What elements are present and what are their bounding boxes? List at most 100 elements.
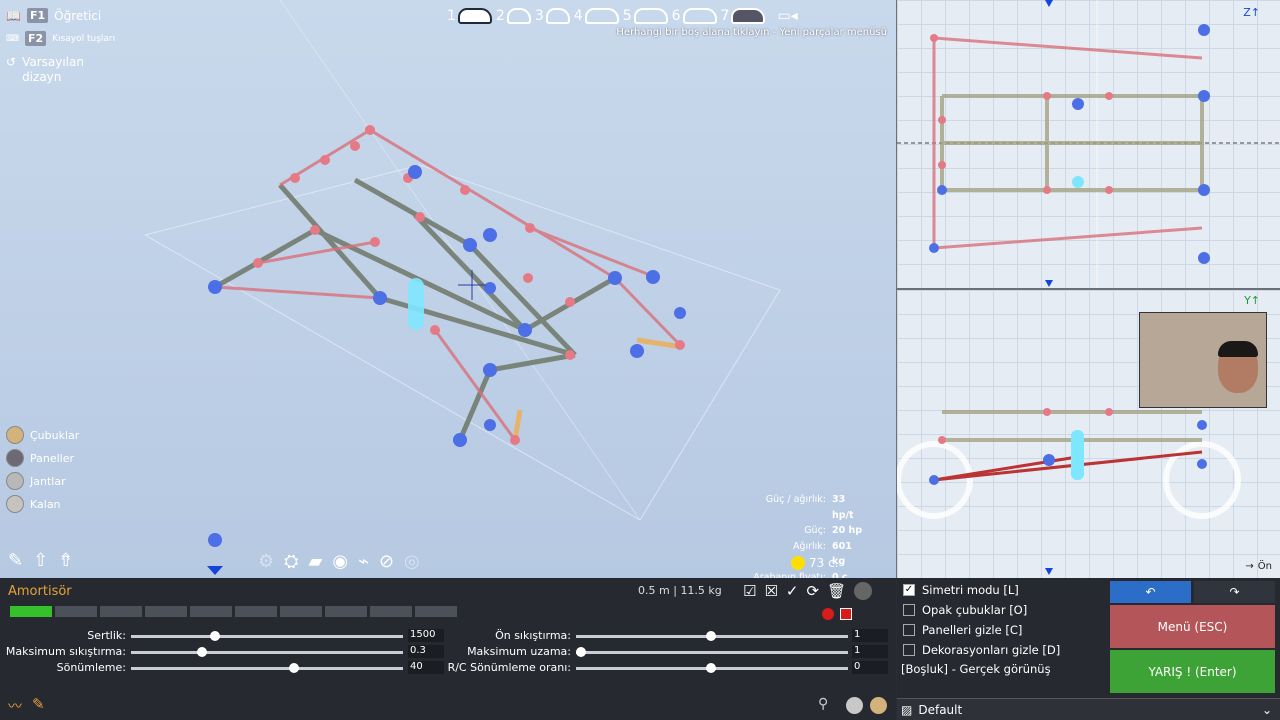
undo-icon: ↶ bbox=[1145, 585, 1156, 599]
preset-label: Default bbox=[918, 702, 963, 717]
max-compress-label: Maksimum sıkıştırma: bbox=[5, 645, 126, 658]
keyboard-icon: ⌨ bbox=[6, 33, 19, 44]
car-slot-1[interactable]: 1 bbox=[447, 8, 492, 24]
real-view-label: [Boşluk] - Gerçek görünüş bbox=[901, 662, 1051, 676]
slider-knob[interactable] bbox=[706, 631, 716, 641]
rc-damping-slider[interactable] bbox=[576, 663, 848, 673]
preload-value[interactable]: 1 bbox=[852, 629, 888, 642]
default-layout-link[interactable]: ↺ Varsayılan dizayn bbox=[6, 55, 92, 85]
seat-tool-icon[interactable]: ⌁ bbox=[358, 551, 369, 572]
preload-slider[interactable] bbox=[576, 631, 848, 641]
menu-button[interactable]: Menü (ESC) bbox=[1110, 605, 1275, 648]
car-icon bbox=[506, 8, 531, 24]
damping-value[interactable]: 40 bbox=[408, 661, 444, 674]
checkbox[interactable] bbox=[903, 644, 915, 656]
slider-knob[interactable] bbox=[210, 631, 220, 641]
tire-tool-icon[interactable]: ◉ bbox=[332, 551, 348, 572]
checklist-icon[interactable]: ☑ bbox=[743, 582, 756, 600]
engine-tool-icon[interactable]: ⛭ bbox=[284, 551, 298, 572]
car-slot-4[interactable]: 4 bbox=[574, 8, 619, 24]
wheel-tool-icon[interactable]: ⚙ bbox=[258, 551, 274, 572]
undo-button[interactable]: ↶ bbox=[1110, 581, 1191, 603]
coin-balance: 73 c. bbox=[791, 556, 839, 570]
max-compress-value[interactable]: 0.3 bbox=[408, 645, 444, 658]
brush-icon[interactable]: ✎ bbox=[32, 695, 45, 713]
trash-icon[interactable]: 🗑 bbox=[827, 582, 846, 600]
max-extend-label: Maksimum uzama: bbox=[467, 645, 571, 658]
car-slot-3[interactable]: 3 bbox=[535, 8, 570, 24]
slider-knob[interactable] bbox=[576, 647, 586, 657]
preset-selector[interactable]: ▨ Default ⌄ bbox=[897, 698, 1280, 720]
car-slot-7[interactable]: 7 bbox=[721, 8, 766, 24]
checklist-cross-icon[interactable]: ☒ bbox=[764, 582, 777, 600]
part-dimensions: 0.5 m | 11.5 kg bbox=[638, 584, 722, 597]
eye-icon[interactable]: ◎ bbox=[404, 551, 420, 572]
slider-knob[interactable] bbox=[289, 663, 299, 673]
redo-button[interactable]: ↷ bbox=[1194, 581, 1275, 603]
max-extend-slider[interactable] bbox=[576, 647, 848, 657]
legend-panels[interactable]: Paneller bbox=[6, 449, 74, 467]
checkbox[interactable] bbox=[903, 604, 915, 616]
part-actions: ☑ ☒ ✓ ⟳ 🗑 bbox=[743, 582, 873, 600]
car-slot-2[interactable]: 2 bbox=[496, 8, 531, 24]
legend-label: Kalan bbox=[30, 497, 61, 511]
symmetry-label: Simetri modu [L] bbox=[922, 583, 1019, 597]
rod-color-swatch[interactable] bbox=[870, 697, 887, 714]
top-view-viewport[interactable]: Z↑ bbox=[897, 0, 1280, 288]
book-icon: 📖 bbox=[6, 8, 21, 23]
rim-color-swatch[interactable] bbox=[846, 697, 863, 714]
hide-panels-toggle[interactable]: Panelleri gizle [C] bbox=[903, 623, 1022, 637]
legend-label: Jantlar bbox=[30, 474, 66, 488]
checkbox-checked[interactable]: ✓ bbox=[903, 584, 915, 596]
double-arrow-up-icon[interactable]: ⇮ bbox=[58, 550, 73, 571]
opaque-toggle[interactable]: Opak çubuklar [O] bbox=[903, 603, 1027, 617]
stiffness-value[interactable]: 1500 bbox=[408, 629, 444, 642]
main-3d-viewport[interactable]: 📖 F1 Öğretici ⌨ F2 Kısayol tuşları ↺ Var… bbox=[0, 0, 896, 578]
rest-color-icon bbox=[6, 495, 24, 513]
legend-rest[interactable]: Kalan bbox=[6, 495, 61, 513]
link-tool-icon[interactable]: ⚲ bbox=[818, 696, 828, 712]
eye-slash-icon[interactable]: ⊘ bbox=[379, 551, 394, 572]
stiffness-slider[interactable] bbox=[131, 631, 403, 641]
symmetry-toggle[interactable]: ✓ Simetri modu [L] bbox=[903, 583, 1019, 597]
max-compress-slider[interactable] bbox=[131, 647, 403, 657]
pencil-cross-icon[interactable]: ✎ bbox=[8, 550, 23, 571]
real-view-hint: [Boşluk] - Gerçek görünüş bbox=[901, 662, 1051, 676]
arrow-up-icon[interactable]: ⇧ bbox=[33, 550, 48, 571]
slider-knob[interactable] bbox=[197, 647, 207, 657]
stat-value: 20 hp bbox=[832, 525, 863, 536]
level-segment bbox=[100, 606, 142, 617]
spring-icon[interactable]: 〰 bbox=[8, 696, 22, 716]
camera-icon[interactable]: ▭◂ bbox=[777, 8, 797, 24]
rotate-icon[interactable]: ⟳ bbox=[806, 582, 819, 600]
race-button[interactable]: YARIŞ ! (Enter) bbox=[1110, 650, 1275, 693]
legend-rims[interactable]: Jantlar bbox=[6, 472, 66, 490]
shortcuts-link[interactable]: ⌨ F2 Kısayol tuşları bbox=[6, 31, 115, 46]
car-slots: 1 2 3 4 5 6 7 ▭◂ bbox=[447, 8, 798, 24]
checkbox[interactable] bbox=[903, 624, 915, 636]
checklist-check-icon[interactable]: ✓ bbox=[786, 582, 799, 600]
car-slot-number: 2 bbox=[495, 8, 505, 24]
car-slot-5[interactable]: 5 bbox=[623, 8, 668, 24]
car-slot-number: 1 bbox=[447, 8, 456, 24]
max-extend-value[interactable]: 1 bbox=[852, 645, 888, 658]
damping-slider[interactable] bbox=[131, 663, 403, 673]
slider-knob[interactable] bbox=[706, 663, 716, 673]
record-square-icon[interactable] bbox=[840, 608, 852, 620]
legend-rods[interactable]: Çubuklar bbox=[6, 426, 79, 444]
rc-damping-value[interactable]: 0 bbox=[852, 661, 888, 674]
tutorial-link[interactable]: 📖 F1 Öğretici bbox=[6, 8, 101, 23]
part-tools: ⚙ ⛭ ▰ ◉ ⌁ ⊘ ◎ bbox=[258, 551, 420, 572]
car-slot-number: 7 bbox=[720, 8, 730, 24]
car-slot-6[interactable]: 6 bbox=[672, 8, 717, 24]
panel-tool-icon[interactable]: ▰ bbox=[309, 551, 323, 572]
hide-deco-toggle[interactable]: Dekorasyonları gizle [D] bbox=[903, 643, 1060, 657]
part-length: 0.5 m bbox=[638, 584, 670, 597]
view-direction: → Ön bbox=[1245, 561, 1272, 572]
dimension-separator: | bbox=[673, 584, 677, 597]
car-slot-number: 6 bbox=[671, 8, 681, 24]
view-label: Ön bbox=[1257, 561, 1272, 572]
record-dot-icon[interactable] bbox=[822, 608, 834, 620]
gray-circle-icon[interactable] bbox=[854, 582, 873, 600]
record-controls bbox=[822, 608, 852, 620]
